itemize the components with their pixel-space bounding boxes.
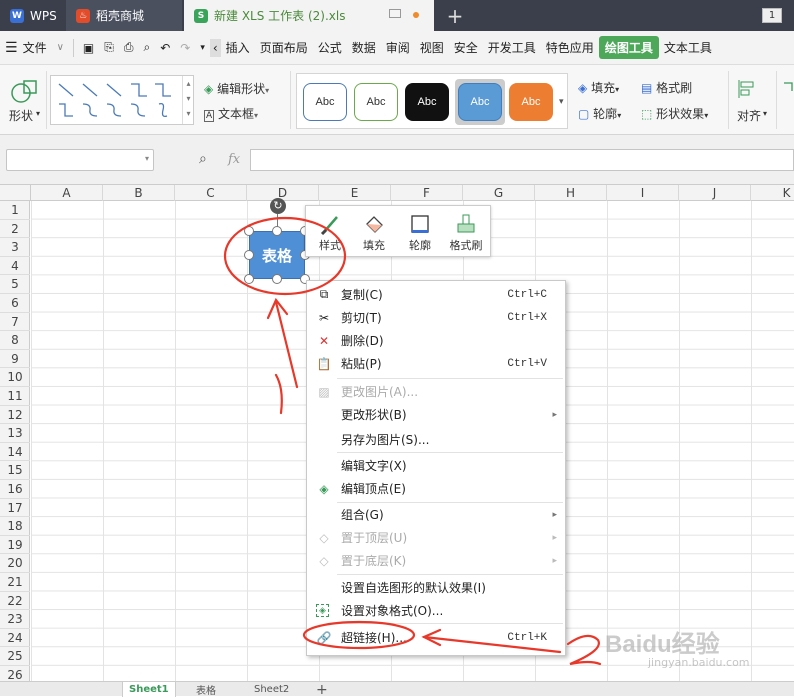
watermark-url: jingyan.baidu.com	[648, 656, 750, 669]
sheet-tab[interactable]: 表格	[190, 682, 222, 697]
watermark: Baidu经验	[605, 631, 720, 658]
annotation-number-2	[566, 634, 602, 666]
annotation-arrow-2	[422, 635, 562, 654]
annotation-overlay	[223, 216, 602, 666]
annotation-circle-hyperlink	[302, 620, 416, 650]
add-sheet-icon[interactable]: +	[310, 682, 334, 698]
sheet-tab[interactable]: Sheet1	[122, 682, 176, 697]
sheet-tab[interactable]: Sheet2	[248, 682, 295, 697]
sheet-tab-bar: Sheet1 表格 Sheet2 +	[0, 681, 794, 698]
annotation-circle-shape	[223, 216, 347, 296]
annotation-number-1	[274, 373, 283, 415]
